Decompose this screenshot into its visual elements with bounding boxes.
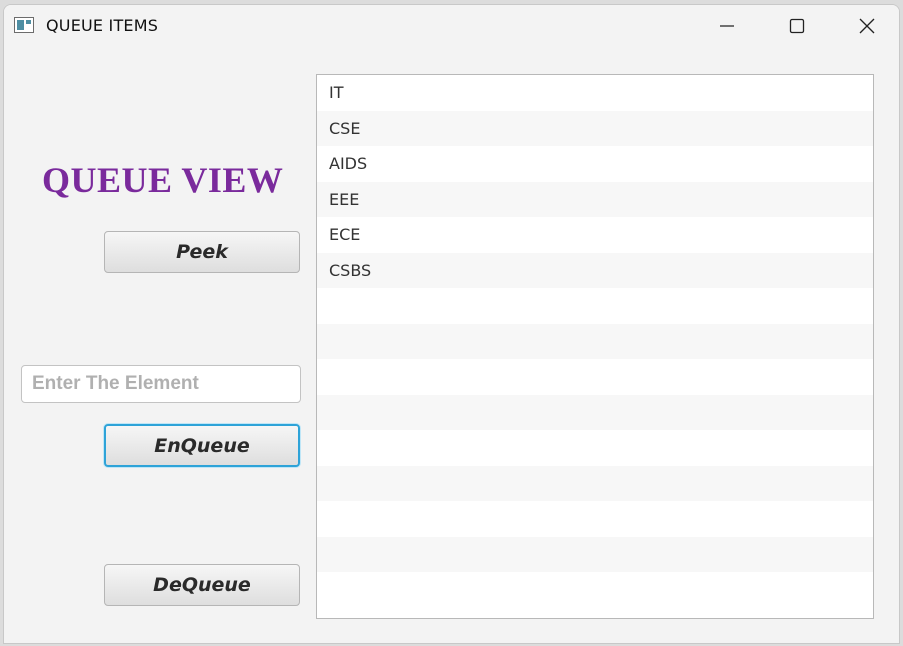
minimize-icon: [720, 25, 734, 27]
peek-button[interactable]: Peek: [104, 231, 300, 273]
queue-list[interactable]: IT CSE AIDS EEE ECE CSBS: [316, 74, 874, 619]
element-input[interactable]: [21, 365, 301, 403]
empty-list-row[interactable]: [317, 572, 873, 608]
close-button[interactable]: [844, 5, 890, 47]
empty-list-row[interactable]: [317, 394, 873, 430]
queue-view-heading: QUEUE VIEW: [42, 160, 284, 200]
maximize-icon: [789, 18, 805, 34]
list-item[interactable]: ECE: [317, 217, 873, 253]
title-bar[interactable]: QUEUE ITEMS: [4, 5, 899, 47]
app-window: QUEUE ITEMS QUEUE VIEW Peek EnQue: [3, 4, 900, 644]
list-item[interactable]: CSBS: [317, 252, 873, 288]
list-item[interactable]: AIDS: [317, 146, 873, 182]
list-item[interactable]: CSE: [317, 110, 873, 146]
app-window-icon: [14, 17, 34, 33]
empty-list-row[interactable]: [317, 501, 873, 537]
window-title: QUEUE ITEMS: [46, 16, 159, 35]
dequeue-button[interactable]: DeQueue: [104, 564, 300, 606]
list-item[interactable]: IT: [317, 75, 873, 111]
empty-list-row[interactable]: [317, 536, 873, 572]
close-icon: [859, 18, 875, 34]
maximize-button[interactable]: [774, 5, 820, 47]
desktop: QUEUE ITEMS QUEUE VIEW Peek EnQue: [0, 0, 903, 646]
empty-list-row[interactable]: [317, 323, 873, 359]
list-item[interactable]: EEE: [317, 181, 873, 217]
enqueue-button[interactable]: EnQueue: [104, 424, 300, 467]
empty-list-row[interactable]: [317, 430, 873, 466]
empty-list-row[interactable]: [317, 465, 873, 501]
minimize-button[interactable]: [704, 5, 750, 47]
empty-list-row[interactable]: [317, 288, 873, 324]
empty-list-row[interactable]: [317, 359, 873, 395]
